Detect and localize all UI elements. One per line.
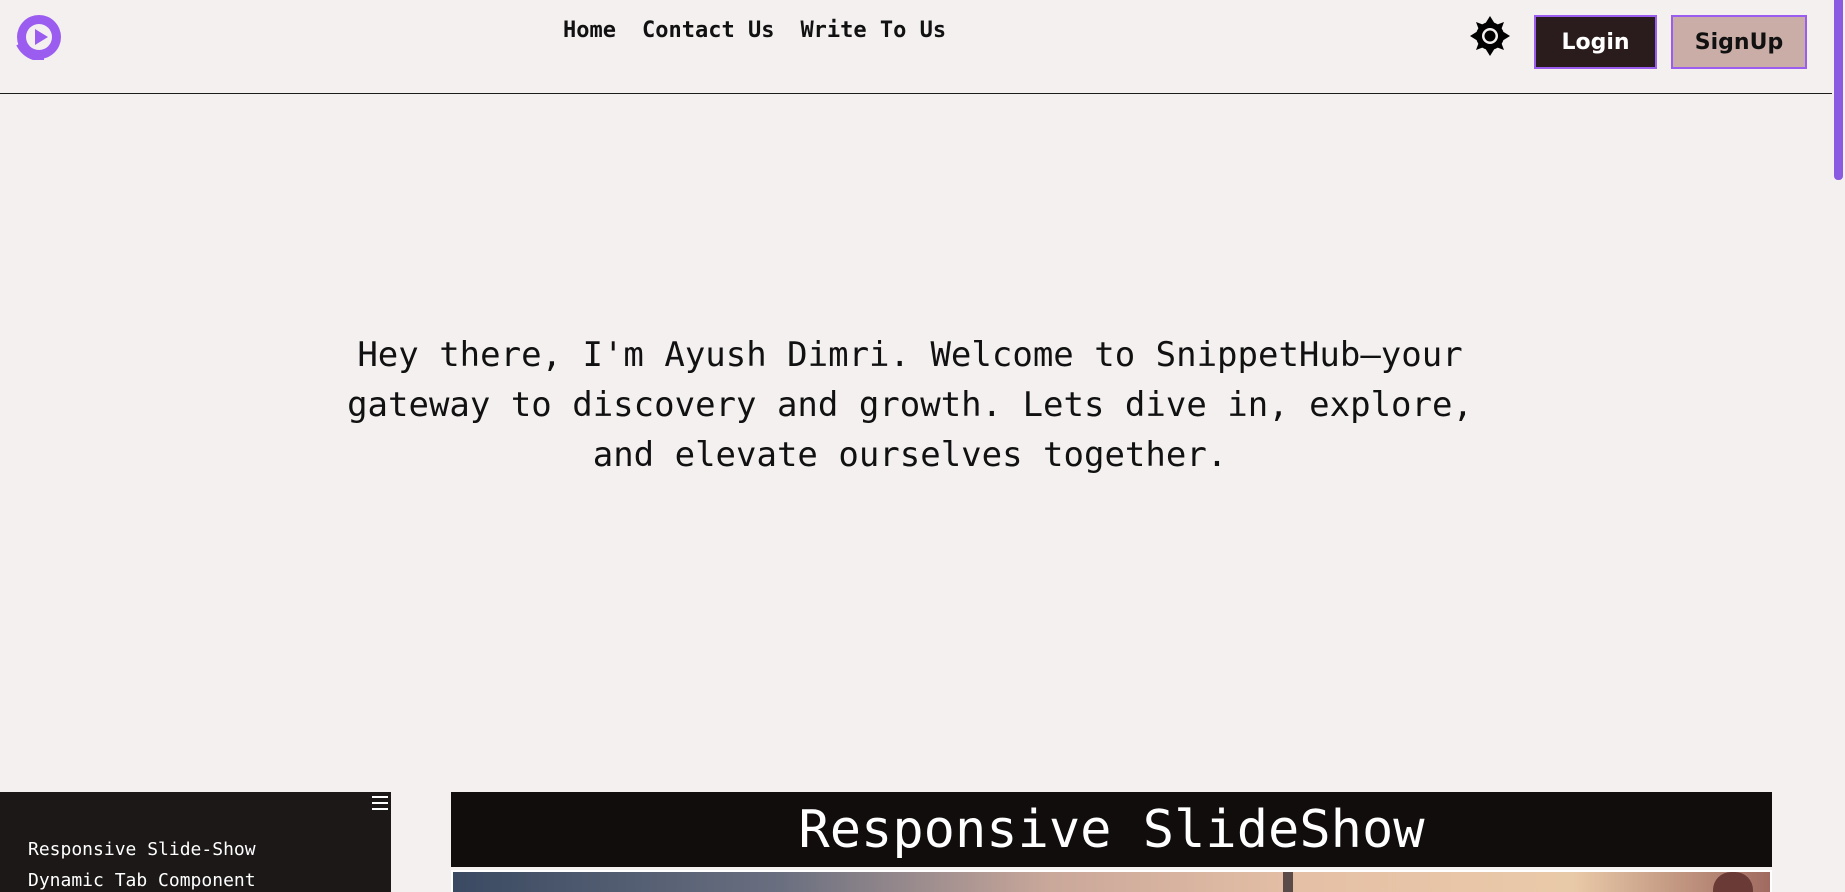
hamburger-menu-icon[interactable] bbox=[369, 792, 391, 814]
sidebar-item-responsive-slide-show[interactable]: Responsive Slide-Show bbox=[28, 834, 256, 865]
sidebar: Responsive Slide-Show Dynamic Tab Compon… bbox=[0, 792, 391, 892]
main-nav: Home Contact Us Write To Us bbox=[563, 18, 946, 43]
signup-button[interactable]: SignUp bbox=[1671, 15, 1807, 69]
page: Home Contact Us Write To Us Login SignUp bbox=[0, 0, 1845, 892]
scrollbar-thumb[interactable] bbox=[1834, 0, 1843, 180]
sidebar-list: Responsive Slide-Show Dynamic Tab Compon… bbox=[28, 834, 256, 892]
slideshow-title: Responsive SlideShow bbox=[451, 792, 1772, 867]
slideshow-image bbox=[451, 870, 1772, 892]
top-header: Home Contact Us Write To Us Login SignUp bbox=[0, 0, 1832, 94]
sun-gear-icon[interactable] bbox=[1468, 14, 1512, 58]
sidebar-item-dynamic-tab-component[interactable]: Dynamic Tab Component bbox=[28, 865, 256, 892]
page-scrollbar[interactable] bbox=[1832, 0, 1845, 892]
nav-write-to-us-link[interactable]: Write To Us bbox=[800, 18, 946, 43]
login-button[interactable]: Login bbox=[1534, 15, 1657, 69]
hero-welcome-text: Hey there, I'm Ayush Dimri. Welcome to S… bbox=[347, 335, 1473, 475]
nav-home-link[interactable]: Home bbox=[563, 18, 616, 43]
nav-contact-us-link[interactable]: Contact Us bbox=[642, 18, 774, 43]
play-logo-icon[interactable] bbox=[16, 14, 62, 60]
